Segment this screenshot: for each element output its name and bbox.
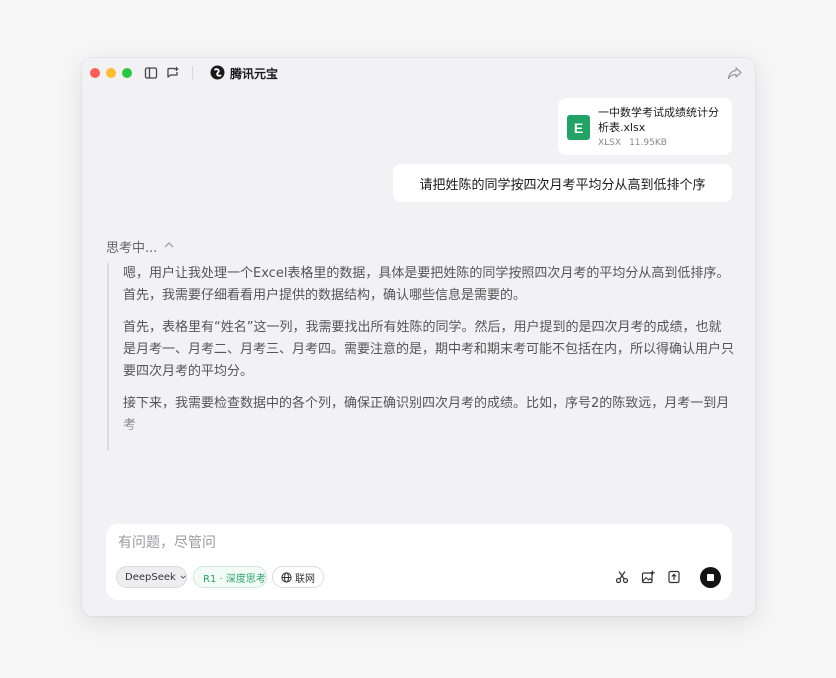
scissors-icon[interactable] — [615, 570, 629, 584]
composer: DeepSeek R1 · 深度思考 联网 — [106, 524, 732, 600]
title-bar: 腾讯元宝 — [82, 58, 755, 88]
app-title: 腾讯元宝 — [230, 67, 279, 81]
user-message: 请把姓陈的同学按四次月考平均分从高到低排个序 — [393, 164, 732, 202]
web-search-toggle[interactable]: 联网 — [272, 566, 324, 588]
thinking-content: 嗯，用户让我处理一个Excel表格里的数据，具体是要把姓陈的同学按照四次月考的平… — [107, 263, 734, 450]
attachment-size: 11.95KB — [629, 138, 667, 148]
attachment-name: 一中数学考试成绩统计分析表.xlsx — [598, 106, 719, 134]
titlebar-divider — [192, 66, 193, 80]
stop-icon — [707, 574, 714, 581]
thinking-status[interactable]: 思考中... — [106, 237, 157, 256]
model-label: DeepSeek — [125, 571, 176, 583]
upload-icon[interactable] — [667, 570, 681, 584]
app-window: 腾讯元宝 E 一中数学考试成绩统计分析表.xlsx XLSX 11.95KB 请把… — [82, 58, 755, 616]
deep-think-toggle[interactable]: R1 · 深度思考 — [193, 566, 267, 588]
thinking-paragraph: 嗯，用户让我处理一个Excel表格里的数据，具体是要把姓陈的同学按照四次月考的平… — [123, 266, 730, 303]
chevron-up-icon[interactable] — [164, 241, 174, 248]
excel-file-icon: E — [567, 115, 590, 140]
minimize-window-button[interactable] — [106, 68, 116, 78]
deep-think-label: R1 · 深度思考 — [203, 573, 266, 585]
image-add-icon[interactable] — [641, 570, 655, 584]
web-search-label: 联网 — [295, 573, 315, 585]
new-chat-icon[interactable] — [166, 66, 180, 80]
maximize-window-button[interactable] — [122, 68, 132, 78]
yuanbao-logo-icon — [210, 65, 225, 80]
attachment-card[interactable]: E 一中数学考试成绩统计分析表.xlsx XLSX 11.95KB — [558, 98, 732, 155]
stop-generating-button[interactable] — [700, 567, 721, 588]
thinking-paragraph: 首先，表格里有“姓名”这一列，我需要找出所有姓陈的同学。然后，用户提到的是四次月… — [123, 320, 734, 379]
globe-icon — [281, 571, 292, 583]
attachment-type: XLSX — [598, 138, 622, 148]
share-icon[interactable] — [727, 66, 743, 80]
model-selector[interactable]: DeepSeek — [116, 566, 187, 588]
message-input[interactable] — [116, 534, 680, 552]
attachment-meta: XLSX 11.95KB — [598, 138, 667, 148]
sidebar-toggle-icon[interactable] — [144, 66, 158, 80]
streaming-fade — [109, 410, 734, 450]
chevron-down-icon — [180, 575, 186, 579]
close-window-button[interactable] — [90, 68, 100, 78]
